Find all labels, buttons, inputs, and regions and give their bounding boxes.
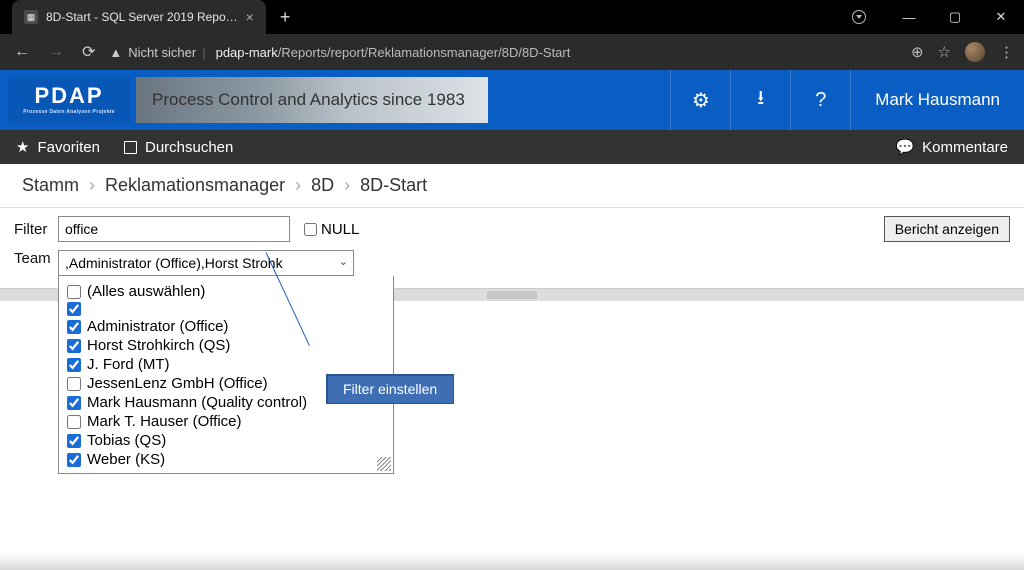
team-option-label: JessenLenz GmbH (Office) [87, 375, 268, 392]
team-option[interactable]: Mark T. Hauser (Office) [65, 412, 387, 431]
window-close-button[interactable]: ✕ [978, 2, 1024, 32]
breadcrumb-bar: Stamm › Reklamationsmanager › 8D › 8D-St… [0, 164, 1024, 208]
team-option-checkbox[interactable] [67, 339, 81, 353]
url-display[interactable]: pdap-mark/Reports/report/Reklamationsman… [216, 45, 571, 60]
team-option[interactable]: Horst Strohkirch (QS) [65, 336, 387, 355]
team-option[interactable]: Administrator (Office) [65, 317, 387, 336]
filter-label: Filter [14, 221, 58, 238]
breadcrumb-separator-icon: › [344, 175, 350, 196]
banner-image: Process Control and Analytics since 1983 [136, 77, 488, 123]
team-label: Team [14, 250, 58, 267]
team-option[interactable]: Weber (KS) [65, 450, 387, 469]
comments-button[interactable]: 💬 Kommentare [895, 138, 1008, 156]
browser-addressbar: ← → ⟳ ▲ Nicht sicher | pdap-mark/Reports… [0, 34, 1024, 70]
breadcrumb-item[interactable]: Stamm [22, 175, 79, 196]
breadcrumb-item[interactable]: Reklamationsmanager [105, 175, 285, 196]
view-report-button[interactable]: Bericht anzeigen [884, 216, 1010, 242]
bookmark-star-icon[interactable]: ☆ [938, 43, 951, 61]
resize-handle-icon[interactable] [377, 457, 391, 471]
nav-back-button[interactable]: ← [10, 43, 34, 61]
nav-reload-button[interactable]: ⟳ [78, 42, 99, 62]
url-host: pdap-mark [216, 45, 278, 60]
comments-label: Kommentare [922, 139, 1008, 156]
logo-subtext: Prozesse Daten Analysen Projekte [23, 109, 114, 115]
team-option[interactable]: (Alles auswählen) [65, 282, 387, 301]
team-option-label: Administrator (Office) [87, 318, 228, 335]
team-option-checkbox[interactable] [67, 453, 81, 467]
window-titlebar: ▦ 8D-Start - SQL Server 2019 Repo… × + —… [0, 0, 1024, 34]
team-option-label: (Alles auswählen) [87, 283, 205, 300]
folder-icon [124, 141, 137, 154]
current-user-label[interactable]: Mark Hausmann [850, 70, 1024, 130]
download-icon[interactable]: ⭳ [730, 70, 790, 130]
brand-header: PDAP Prozesse Daten Analysen Projekte Pr… [0, 70, 1024, 130]
team-option-checkbox[interactable] [67, 302, 81, 316]
comment-icon: 💬 [895, 138, 914, 156]
team-option-checkbox[interactable] [67, 285, 81, 299]
tab-title: 8D-Start - SQL Server 2019 Repo… [46, 10, 238, 24]
team-option-checkbox[interactable] [67, 358, 81, 372]
team-dropdown[interactable]: ,Administrator (Office),Horst Strohk ⌄ (… [58, 250, 354, 276]
zoom-icon[interactable]: ⊕ [911, 43, 924, 61]
null-label: NULL [321, 221, 359, 238]
team-option-label: Horst Strohkirch (QS) [87, 337, 230, 354]
settings-gear-icon[interactable]: ⚙ [670, 70, 730, 130]
team-option[interactable] [65, 301, 387, 317]
breadcrumb-item[interactable]: 8D [311, 175, 334, 196]
team-option-label: Mark T. Hauser (Office) [87, 413, 241, 430]
breadcrumb-separator-icon: › [295, 175, 301, 196]
window-maximize-button[interactable]: ▢ [932, 2, 978, 32]
star-icon: ★ [16, 138, 29, 156]
splitter-handle-icon [487, 291, 537, 299]
url-path: /Reports/report/Reklamationsmanager/8D/8… [278, 45, 571, 60]
favorites-button[interactable]: ★ Favoriten [16, 138, 100, 156]
warning-icon: ▲ [109, 45, 122, 60]
browser-menu-icon[interactable]: ⋮ [999, 43, 1014, 61]
team-option-checkbox[interactable] [67, 434, 81, 448]
filter-input[interactable] [58, 216, 290, 242]
team-option[interactable]: J. Ford (MT) [65, 355, 387, 374]
breadcrumb-item[interactable]: 8D-Start [360, 175, 427, 196]
team-option-checkbox[interactable] [67, 415, 81, 429]
team-option-checkbox[interactable] [67, 396, 81, 410]
report-toolbar: ★ Favoriten Durchsuchen 💬 Kommentare [0, 130, 1024, 164]
breadcrumb-separator-icon: › [89, 175, 95, 196]
incognito-icon [852, 10, 866, 24]
callout-box: Filter einstellen [326, 374, 454, 404]
security-indicator[interactable]: ▲ Nicht sicher | [109, 45, 205, 60]
bottom-shadow [0, 552, 1024, 570]
window-minimize-button[interactable]: — [886, 2, 932, 32]
null-checkbox[interactable]: NULL [304, 221, 359, 238]
browse-button[interactable]: Durchsuchen [124, 139, 233, 156]
team-option-label: Weber (KS) [87, 451, 165, 468]
nav-forward-button[interactable]: → [44, 43, 68, 61]
tab-favicon: ▦ [24, 10, 38, 24]
logo-text: PDAP [34, 85, 103, 107]
team-option-label: Tobias (QS) [87, 432, 166, 449]
banner-text: Process Control and Analytics since 1983 [136, 90, 465, 110]
new-tab-button[interactable]: + [280, 7, 291, 28]
help-icon[interactable]: ? [790, 70, 850, 130]
insecure-label: Nicht sicher [128, 45, 196, 60]
report-parameters: Bericht anzeigen Filter NULL Team ,Admin… [0, 208, 1024, 289]
pdap-logo[interactable]: PDAP Prozesse Daten Analysen Projekte [8, 77, 130, 123]
null-checkbox-input[interactable] [304, 223, 317, 236]
browser-tab[interactable]: ▦ 8D-Start - SQL Server 2019 Repo… × [12, 0, 266, 34]
team-option[interactable]: Tobias (QS) [65, 431, 387, 450]
tab-close-icon[interactable]: × [246, 9, 254, 25]
favorites-label: Favoriten [37, 139, 100, 156]
team-option-checkbox[interactable] [67, 377, 81, 391]
profile-avatar-icon[interactable] [965, 42, 985, 62]
team-dropdown-value[interactable]: ,Administrator (Office),Horst Strohk [58, 250, 354, 276]
team-option-label: Mark Hausmann (Quality control) [87, 394, 307, 411]
browse-label: Durchsuchen [145, 139, 233, 156]
team-option-checkbox[interactable] [67, 320, 81, 334]
team-option-label: J. Ford (MT) [87, 356, 170, 373]
